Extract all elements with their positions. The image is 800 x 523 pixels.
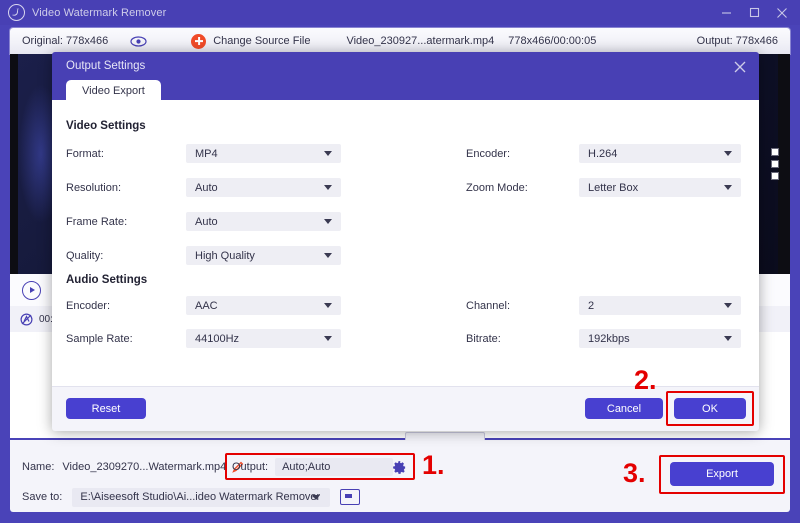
format-value: MP4: [195, 147, 218, 160]
video-settings-title: Video Settings: [66, 120, 146, 132]
field-channel-label: Channel:: [466, 296, 510, 315]
chevron-down-icon: [324, 151, 332, 156]
callout-3: 3.: [623, 458, 646, 488]
source-file-dimensions: 778x466/00:00:05: [508, 35, 597, 47]
field-samplerate-label: Sample Rate:: [66, 329, 133, 348]
title-bar: Video Watermark Remover: [0, 0, 800, 25]
chevron-down-icon[interactable]: [312, 494, 321, 500]
field-framerate-label: Frame Rate:: [66, 212, 127, 231]
format-select[interactable]: MP4: [186, 144, 341, 163]
chevron-down-icon: [724, 185, 732, 190]
top-toolbar: Original: 778x466 Change Source File Vid…: [10, 28, 790, 54]
app-title: Video Watermark Remover: [32, 6, 167, 19]
framerate-label: Frame Rate:: [66, 215, 128, 228]
zoommode-select[interactable]: Letter Box: [579, 178, 741, 197]
reset-button[interactable]: Reset: [66, 398, 146, 419]
resize-handle-icon[interactable]: [769, 54, 781, 274]
bitrate-value: 192kbps: [588, 332, 630, 345]
resolution-select[interactable]: Auto: [186, 178, 341, 197]
format-label: Format:: [66, 147, 104, 160]
resolution-label: Resolution:: [66, 181, 122, 194]
channel-label: Channel:: [466, 299, 511, 312]
chevron-down-icon: [724, 151, 732, 156]
saveto-label: Save to:: [22, 491, 63, 503]
folder-icon[interactable]: [340, 489, 361, 505]
quality-value: High Quality: [195, 249, 255, 262]
audio-encoder-value: AAC: [195, 299, 218, 312]
change-source-file-button[interactable]: Change Source File: [213, 35, 310, 47]
app-window: Video Watermark Remover Original: 778x46…: [0, 0, 800, 523]
video-encoder-value: H.264: [588, 147, 618, 160]
audio-encoder-select[interactable]: AAC: [186, 296, 341, 315]
stamp-icon[interactable]: [20, 312, 33, 326]
callout-1: 1.: [422, 450, 445, 480]
saveto-path-field[interactable]: E:\Aiseesoft Studio\Ai...ideo Watermark …: [72, 487, 331, 507]
field-resolution-label: Resolution:: [66, 178, 121, 197]
tab-video-export[interactable]: Video Export: [66, 80, 161, 102]
name-row: Name: Video_2309270...Watermark.mp4: [10, 458, 244, 476]
name-value: Video_2309270...Watermark.mp4: [62, 461, 227, 473]
chevron-down-icon: [724, 303, 732, 308]
chevron-down-icon: [324, 219, 332, 224]
chevron-down-icon: [724, 336, 732, 341]
cancel-button[interactable]: Cancel: [585, 398, 663, 419]
field-encoder-audio-label: Encoder:: [66, 296, 110, 315]
quality-label: Quality:: [66, 249, 104, 262]
export-highlight-box: [659, 455, 785, 494]
saveto-path-value: E:\Aiseesoft Studio\Ai...ideo Watermark …: [80, 491, 321, 503]
saveto-row: Save to: E:\Aiseesoft Studio\Ai...ideo W…: [10, 487, 361, 507]
samplerate-value: 44100Hz: [195, 332, 240, 345]
ok-highlight-box: [666, 391, 754, 426]
chevron-down-icon: [324, 253, 332, 258]
close-icon[interactable]: [768, 0, 796, 25]
dialog-tabstrip: Video Export: [66, 78, 161, 102]
dialog-title: Output Settings: [66, 60, 146, 72]
audio-settings-title: Audio Settings: [66, 274, 148, 286]
window-controls: [712, 0, 796, 25]
zoommode-value: Letter Box: [588, 181, 639, 194]
close-icon[interactable]: [731, 58, 749, 76]
resolution-value: Auto: [195, 181, 218, 194]
field-quality-label: Quality:: [66, 246, 103, 265]
video-encoder-label: Encoder:: [466, 147, 511, 160]
framerate-select[interactable]: Auto: [186, 212, 341, 231]
original-size-label: Original: 778x466: [22, 35, 109, 47]
video-encoder-select[interactable]: H.264: [579, 144, 741, 163]
channel-select[interactable]: 2: [579, 296, 741, 315]
plus-circle-icon[interactable]: [191, 33, 207, 49]
eye-icon[interactable]: [130, 35, 147, 47]
zoommode-label: Zoom Mode:: [466, 181, 528, 194]
name-label: Name:: [22, 461, 55, 473]
app-logo-icon: [8, 4, 25, 21]
chevron-down-icon: [324, 336, 332, 341]
samplerate-label: Sample Rate:: [66, 332, 133, 345]
bitrate-label: Bitrate:: [466, 332, 501, 345]
framerate-value: Auto: [195, 215, 218, 228]
field-bitrate-label: Bitrate:: [466, 329, 501, 348]
field-format-label: Format:: [66, 144, 104, 163]
bitrate-select[interactable]: 192kbps: [579, 329, 741, 348]
play-circle-icon[interactable]: [22, 280, 41, 300]
output-size-label: Output: 778x466: [696, 35, 778, 47]
field-zoommode-label: Zoom Mode:: [466, 178, 528, 197]
minimize-icon[interactable]: [712, 0, 740, 25]
callout-2: 2.: [634, 365, 657, 395]
maximize-icon[interactable]: [740, 0, 768, 25]
quality-select[interactable]: High Quality: [186, 246, 341, 265]
source-file-name: Video_230927...atermark.mp4: [346, 35, 495, 47]
field-encoder-video-label: Encoder:: [466, 144, 510, 163]
samplerate-select[interactable]: 44100Hz: [186, 329, 341, 348]
chevron-down-icon: [324, 303, 332, 308]
audio-encoder-label: Encoder:: [66, 299, 111, 312]
output-highlight-box: [225, 453, 415, 480]
channel-value: 2: [588, 299, 595, 312]
chevron-down-icon: [324, 185, 332, 190]
